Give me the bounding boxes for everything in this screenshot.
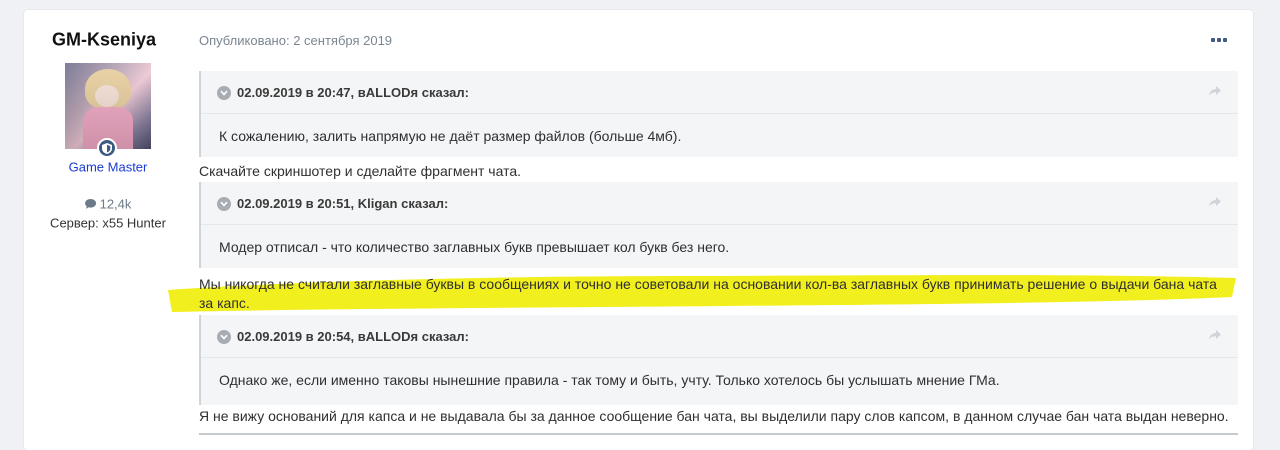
divider — [199, 433, 1238, 435]
quote-body: Модер отписал - что количество заглавных… — [219, 239, 730, 255]
share-icon[interactable] — [1208, 196, 1222, 208]
quote-header: 02.09.2019 в 20:51, Kligan сказал: — [217, 196, 448, 211]
post-count-value: 12,4k — [99, 196, 132, 212]
quote-divider — [201, 113, 1238, 114]
quote-header: 02.09.2019 в 20:54, вALLODя сказал: — [217, 329, 469, 344]
author-name[interactable]: GM-Kseniya — [52, 30, 156, 51]
reply-text: Скачайте скриншотер и сделайте фрагмент … — [199, 163, 521, 179]
comment-icon — [85, 199, 97, 209]
quote-divider — [201, 224, 1238, 225]
quote-divider — [201, 357, 1238, 358]
chevron-down-icon[interactable] — [217, 329, 231, 344]
share-icon[interactable] — [1208, 329, 1222, 341]
more-icon[interactable] — [1210, 34, 1228, 46]
quote-block: 02.09.2019 в 20:47, вALLODя сказал: К со… — [199, 71, 1238, 157]
quote-body: К сожалению, залить напрямую не даёт раз… — [219, 128, 682, 144]
quote-header-text[interactable]: 02.09.2019 в 20:51, Kligan сказал: — [237, 196, 448, 211]
shield-icon — [97, 138, 117, 158]
post-count: 12,4k — [85, 196, 132, 212]
quote-block: 02.09.2019 в 20:51, Kligan сказал: Модер… — [199, 182, 1238, 268]
quote-body: Однако же, если именно таковы нынешние п… — [219, 372, 1000, 388]
quote-header-text[interactable]: 02.09.2019 в 20:47, вALLODя сказал: — [237, 85, 469, 100]
quote-header-text[interactable]: 02.09.2019 в 20:54, вALLODя сказал: — [237, 329, 469, 344]
rank-label[interactable]: Game Master — [69, 160, 148, 175]
chevron-down-icon[interactable] — [217, 196, 231, 211]
published-date[interactable]: Опубликовано: 2 сентября 2019 — [199, 33, 392, 48]
highlighted-reply-text: Мы никогда не считали заглавные буквы в … — [199, 276, 1217, 311]
avatar[interactable] — [65, 63, 151, 149]
reply-text: Я не вижу оснований для капса и не выдав… — [199, 408, 1229, 424]
quote-block: 02.09.2019 в 20:54, вALLODя сказал: Одна… — [199, 315, 1238, 405]
chevron-down-icon[interactable] — [217, 85, 231, 100]
share-icon[interactable] — [1208, 85, 1222, 97]
server-label: Сервер: x55 Hunter — [50, 215, 166, 231]
quote-header: 02.09.2019 в 20:47, вALLODя сказал: — [217, 85, 469, 100]
